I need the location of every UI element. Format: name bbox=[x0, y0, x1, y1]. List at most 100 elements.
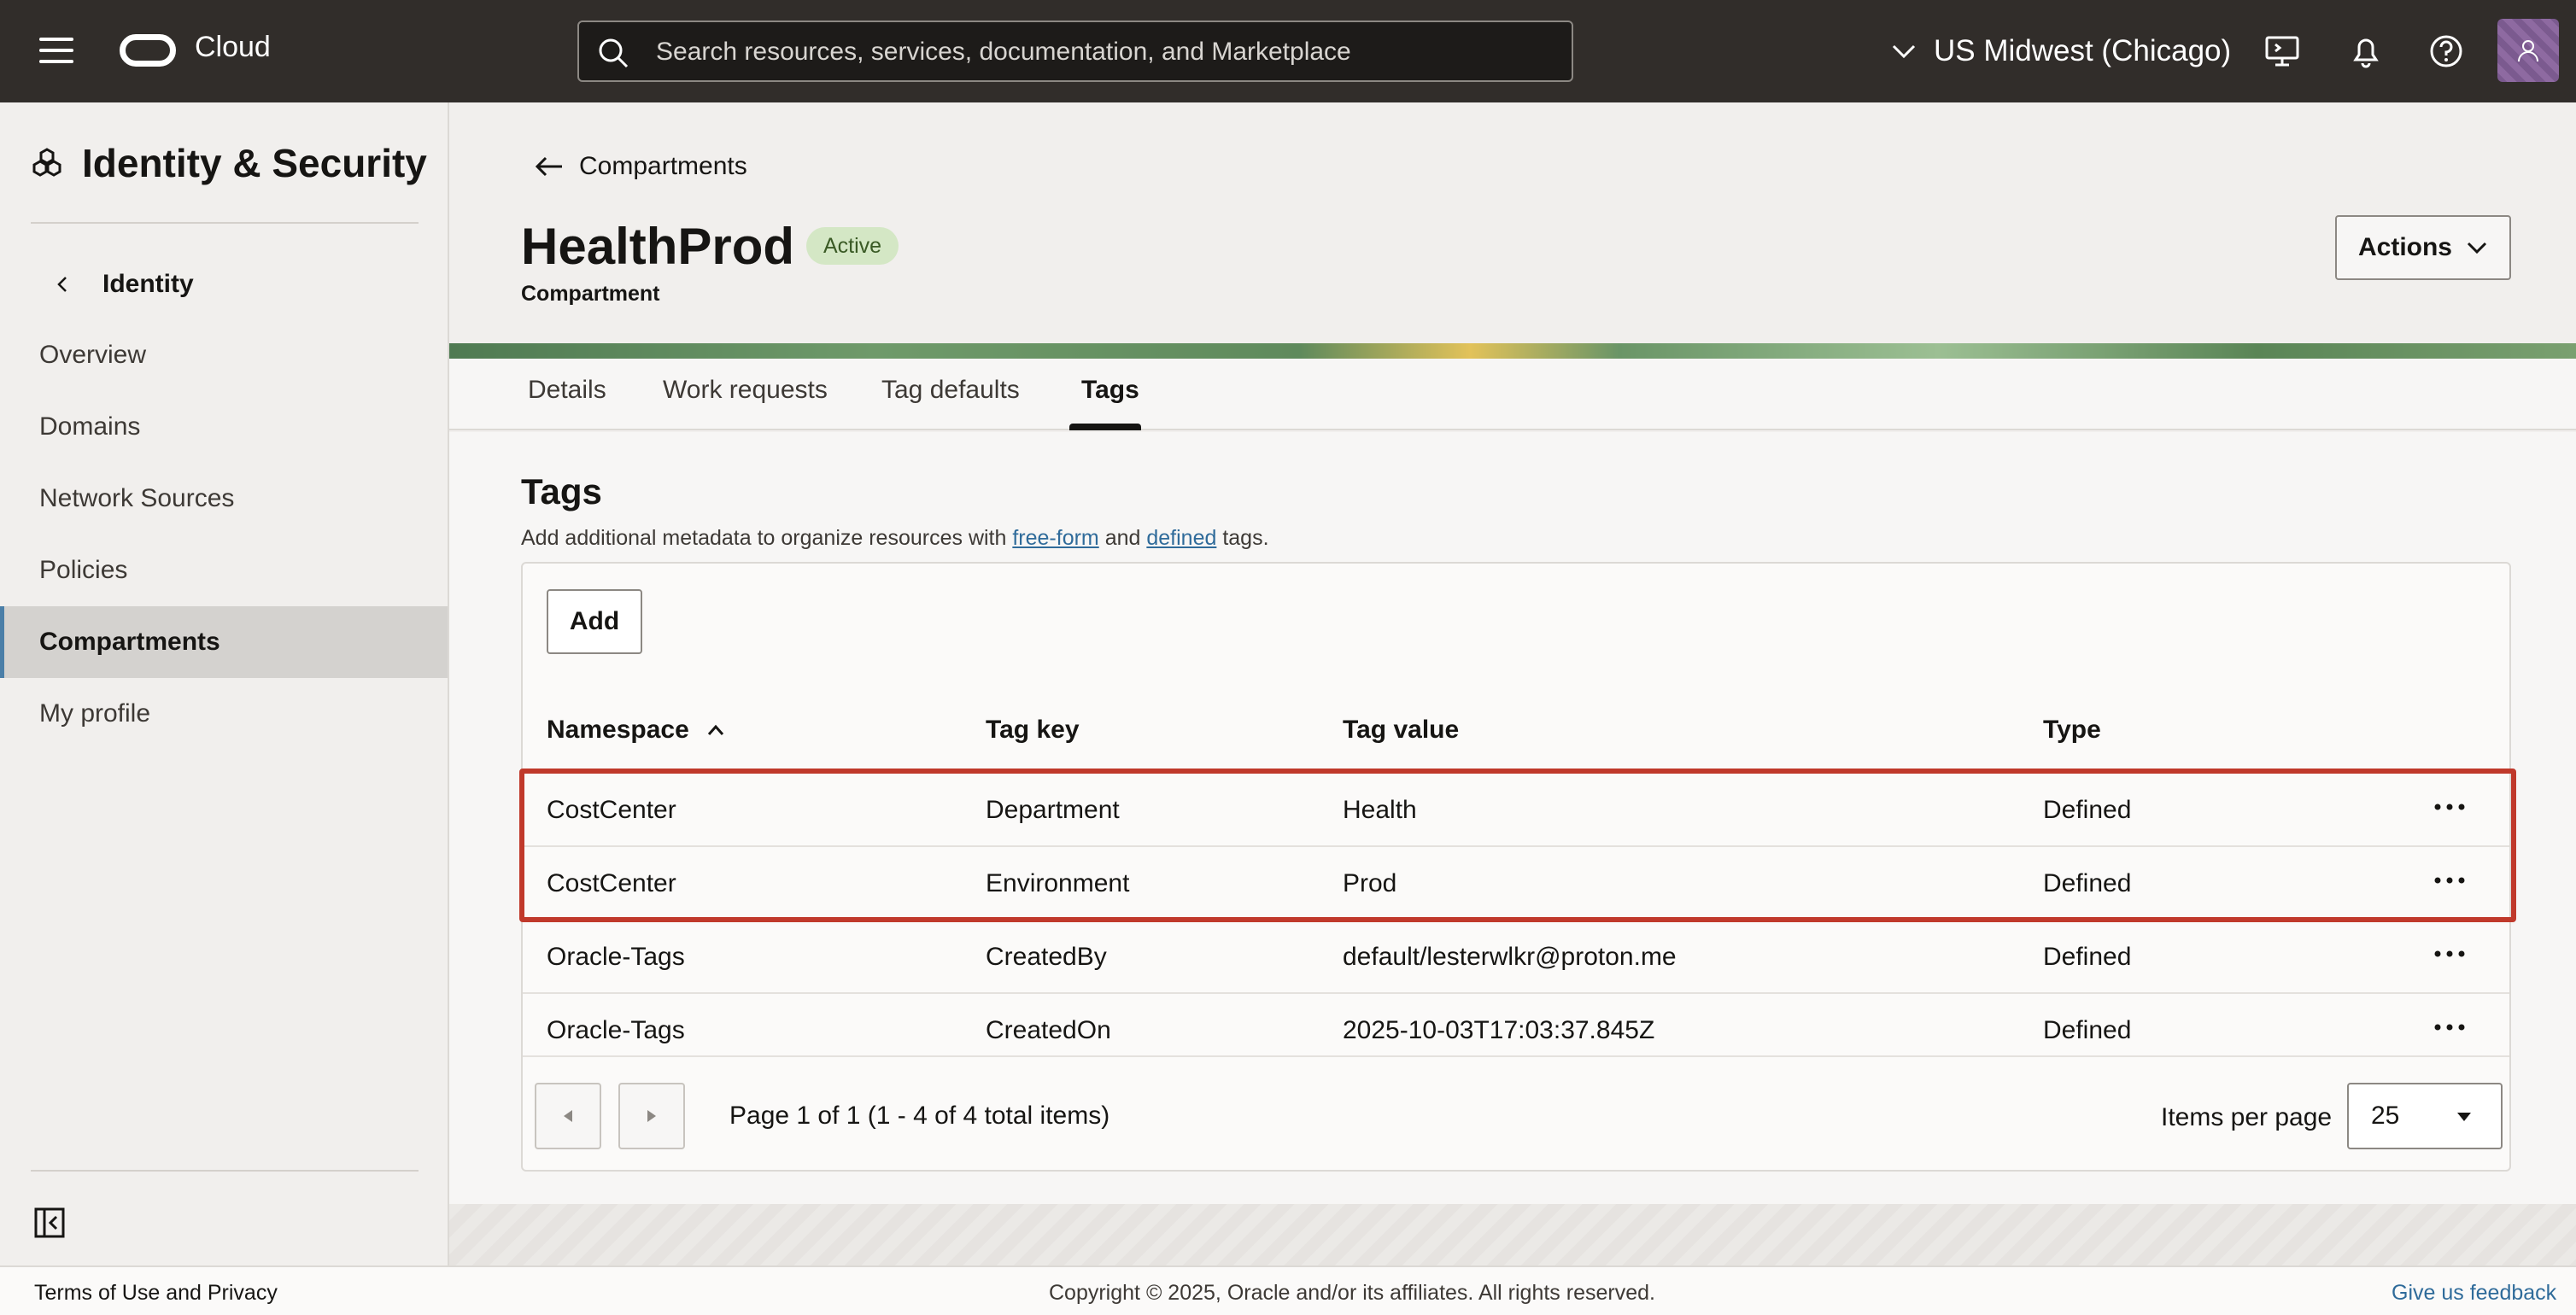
cell-type: Defined bbox=[2043, 796, 2132, 824]
chevron-down-icon bbox=[2467, 242, 2487, 254]
cell-tag-value: 2025-10-03T17:03:37.845Z bbox=[1343, 1016, 1655, 1044]
sidebar-item-compartments[interactable]: Compartments bbox=[0, 606, 448, 678]
sidebar-item-policies[interactable]: Policies bbox=[0, 535, 448, 606]
sidebar-title-text: Identity & Security bbox=[82, 141, 427, 185]
row-actions-icon[interactable] bbox=[2433, 1023, 2467, 1032]
sidebar-item-domains[interactable]: Domains bbox=[0, 391, 448, 463]
page-title: HealthProd bbox=[521, 218, 795, 275]
actions-button[interactable]: Actions bbox=[2335, 215, 2511, 280]
divider bbox=[31, 1170, 419, 1172]
hamburger-menu-icon[interactable] bbox=[39, 38, 73, 65]
column-header-tag-value[interactable]: Tag value bbox=[1343, 716, 1459, 745]
defined-link[interactable]: defined bbox=[1146, 526, 1216, 550]
sidebar-title: Identity & Security bbox=[31, 140, 427, 186]
divider bbox=[31, 222, 419, 224]
row-actions-icon[interactable] bbox=[2433, 803, 2467, 811]
identity-security-icon bbox=[32, 148, 61, 177]
chevron-down-icon bbox=[1892, 44, 1916, 59]
caret-down-icon bbox=[2457, 1113, 2471, 1121]
tags-table: Add Namespace Tag key Tag value Type Cos… bbox=[519, 562, 2516, 1172]
bell-icon[interactable] bbox=[2347, 32, 2385, 70]
cloud-label[interactable]: Cloud bbox=[195, 31, 271, 64]
desc-prefix: Add additional metadata to organize reso… bbox=[521, 526, 1013, 550]
tab-work-requests[interactable]: Work requests bbox=[663, 376, 828, 405]
cell-namespace: Oracle-Tags bbox=[547, 1016, 685, 1044]
copyright-text: Copyright © 2025, Oracle and/or its affi… bbox=[1049, 1281, 1655, 1305]
sidebar-item-overview[interactable]: Overview bbox=[0, 319, 448, 391]
cell-tag-key: Environment bbox=[986, 869, 1130, 897]
cell-tag-key: CreatedOn bbox=[986, 1016, 1111, 1044]
cell-tag-key: CreatedBy bbox=[986, 943, 1107, 971]
search-icon bbox=[599, 38, 629, 68]
items-per-page-select[interactable]: 25 bbox=[2347, 1083, 2503, 1149]
sidebar-item-network-sources[interactable]: Network Sources bbox=[0, 463, 448, 535]
desc-suffix: tags. bbox=[1216, 526, 1269, 550]
tab-details[interactable]: Details bbox=[528, 376, 606, 405]
triangle-left-icon bbox=[564, 1110, 572, 1122]
actions-label: Actions bbox=[2357, 233, 2452, 261]
tab-bar: Details Work requests Tag defaults Tags bbox=[449, 359, 2576, 430]
sort-ascending-icon bbox=[707, 724, 723, 735]
desc-and: and bbox=[1098, 526, 1147, 550]
row-actions-icon[interactable] bbox=[2433, 876, 2467, 885]
terms-link[interactable]: Terms of Use and Privacy bbox=[34, 1281, 278, 1306]
cell-tag-value: Prod bbox=[1343, 869, 1397, 897]
column-header-tag-key[interactable]: Tag key bbox=[986, 716, 1080, 745]
add-tag-button[interactable]: Add bbox=[547, 589, 642, 654]
active-tab-indicator bbox=[1069, 424, 1141, 430]
cell-namespace: Oracle-Tags bbox=[547, 943, 685, 971]
column-header-label: Namespace bbox=[547, 716, 689, 744]
region-label: US Midwest (Chicago) bbox=[1934, 34, 2232, 67]
free-form-link[interactable]: free-form bbox=[1012, 526, 1098, 550]
footer: Terms of Use and Privacy Copyright © 202… bbox=[0, 1265, 2576, 1315]
pagination-bar: Page 1 of 1 (1 - 4 of 4 total items) Ite… bbox=[523, 1055, 2509, 1170]
help-icon[interactable] bbox=[2427, 32, 2465, 70]
cell-tag-key: Department bbox=[986, 796, 1120, 824]
column-header-namespace[interactable]: Namespace bbox=[547, 716, 725, 745]
region-selector[interactable]: US Midwest (Chicago) bbox=[1891, 29, 2231, 73]
search-input[interactable] bbox=[656, 36, 1544, 68]
tags-panel: Tags Add additional metadata to organize… bbox=[449, 432, 2576, 1204]
feedback-link[interactable]: Give us feedback bbox=[2392, 1281, 2556, 1306]
table-row: Oracle-Tags CreatedBy default/lesterwlkr… bbox=[523, 919, 2509, 992]
main-content: Compartments HealthProd Active Compartme… bbox=[449, 102, 2576, 1265]
sidebar-back-identity[interactable]: Identity bbox=[53, 270, 194, 299]
tab-tag-defaults[interactable]: Tag defaults bbox=[881, 376, 1020, 405]
sidebar-back-label: Identity bbox=[102, 270, 194, 298]
resource-type-label: Compartment bbox=[521, 282, 660, 306]
user-icon bbox=[2518, 40, 2538, 62]
decorative-pattern bbox=[449, 1204, 2576, 1265]
decorative-banner bbox=[449, 343, 2576, 359]
chevron-left-icon bbox=[57, 277, 67, 292]
cell-type: Defined bbox=[2043, 943, 2132, 971]
triangle-right-icon bbox=[647, 1110, 656, 1122]
items-per-page-value: 25 bbox=[2371, 1102, 2400, 1130]
search-box[interactable] bbox=[577, 20, 1573, 82]
column-header-type[interactable]: Type bbox=[2043, 716, 2101, 745]
row-actions-icon[interactable] bbox=[2433, 950, 2467, 958]
cell-type: Defined bbox=[2043, 869, 2132, 897]
breadcrumb[interactable]: Compartments bbox=[535, 152, 747, 181]
oracle-logo-icon[interactable] bbox=[120, 34, 176, 67]
cell-type: Defined bbox=[2043, 1016, 2132, 1044]
table-row: CostCenter Department Health Defined bbox=[523, 772, 2509, 845]
cell-tag-value: Health bbox=[1343, 796, 1417, 824]
items-per-page-label: Items per page bbox=[2161, 1103, 2333, 1131]
avatar[interactable] bbox=[2497, 19, 2559, 82]
previous-page-button[interactable] bbox=[535, 1083, 601, 1149]
table-row: CostCenter Environment Prod Defined bbox=[523, 845, 2509, 919]
next-page-button[interactable] bbox=[618, 1083, 685, 1149]
sidebar-item-my-profile[interactable]: My profile bbox=[0, 678, 448, 750]
cell-namespace: CostCenter bbox=[547, 869, 676, 897]
cloud-shell-icon[interactable] bbox=[2263, 32, 2301, 70]
section-title: Tags bbox=[521, 471, 602, 511]
cell-namespace: CostCenter bbox=[547, 796, 676, 824]
pagination-text: Page 1 of 1 (1 - 4 of 4 total items) bbox=[729, 1102, 1110, 1130]
section-description: Add additional metadata to organize reso… bbox=[521, 526, 1269, 551]
cell-tag-value: default/lesterwlkr@proton.me bbox=[1343, 943, 1677, 971]
collapse-sidebar-icon[interactable] bbox=[34, 1207, 65, 1238]
breadcrumb-label: Compartments bbox=[579, 152, 747, 180]
arrow-left-icon bbox=[535, 156, 562, 177]
tab-tags[interactable]: Tags bbox=[1081, 376, 1139, 405]
sidebar: Identity & Security Identity Overview Do… bbox=[0, 102, 449, 1265]
